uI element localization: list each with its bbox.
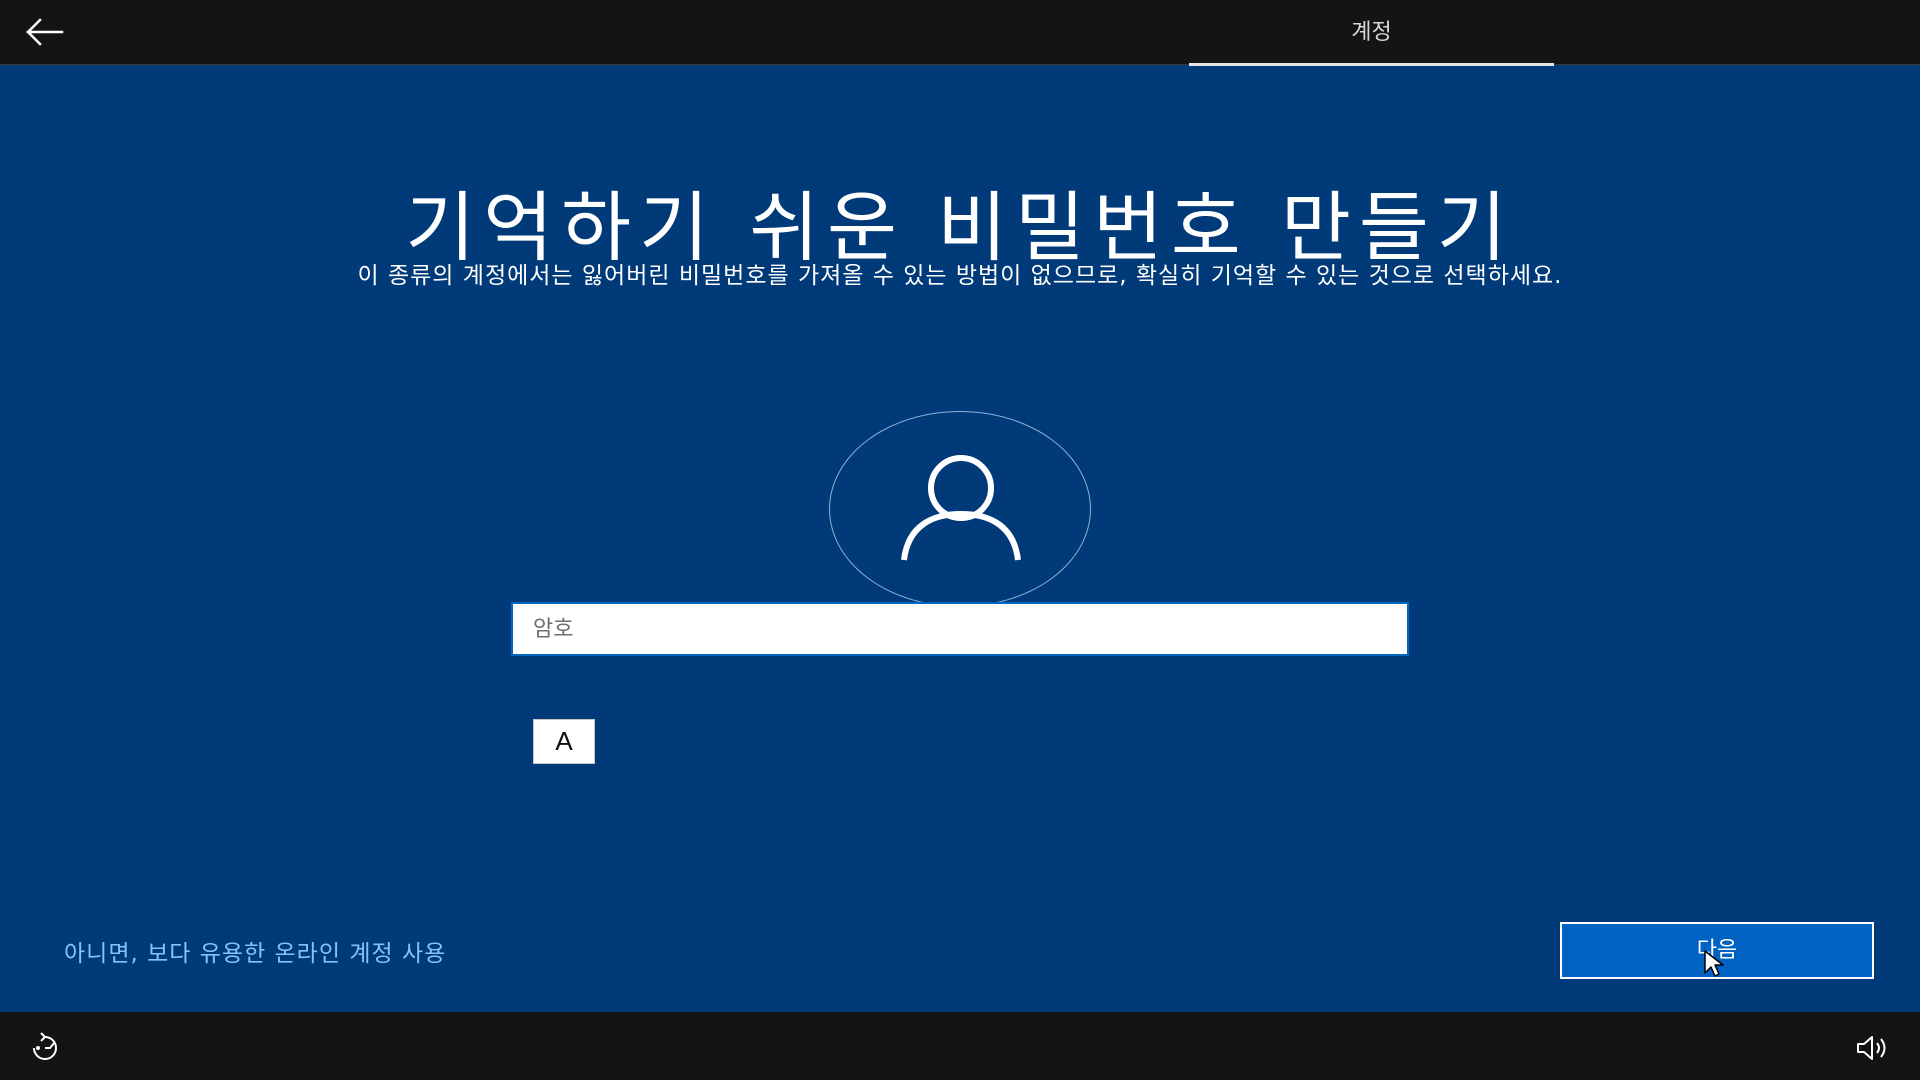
ease-of-access-button[interactable] [26,1032,66,1064]
avatar [829,411,1091,607]
online-account-link[interactable]: 아니면, 보다 유용한 온라인 계정 사용 [64,934,446,968]
volume-icon [1857,1036,1886,1060]
ime-indicator: A [533,719,595,764]
main-panel: 기억하기 쉬운 비밀번호 만들기 이 종류의 계정에서는 잃어버린 비밀번호를 … [0,66,1920,1012]
volume-button[interactable] [1852,1032,1892,1064]
arrow-left-icon [26,18,64,46]
page-subtitle: 이 종류의 계정에서는 잃어버린 비밀번호를 가져올 수 있는 방법이 없으므로… [357,263,1563,289]
bottom-bar [0,1012,1920,1080]
user-icon [901,455,1021,561]
password-input[interactable] [513,604,1407,654]
back-button[interactable] [22,14,66,50]
tab-account: 계정 [1189,0,1554,66]
ease-of-access-icon [33,1032,57,1060]
password-field-wrapper [511,602,1409,656]
next-button[interactable]: 다음 [1560,922,1874,979]
top-bar: 계정 [0,0,1920,66]
